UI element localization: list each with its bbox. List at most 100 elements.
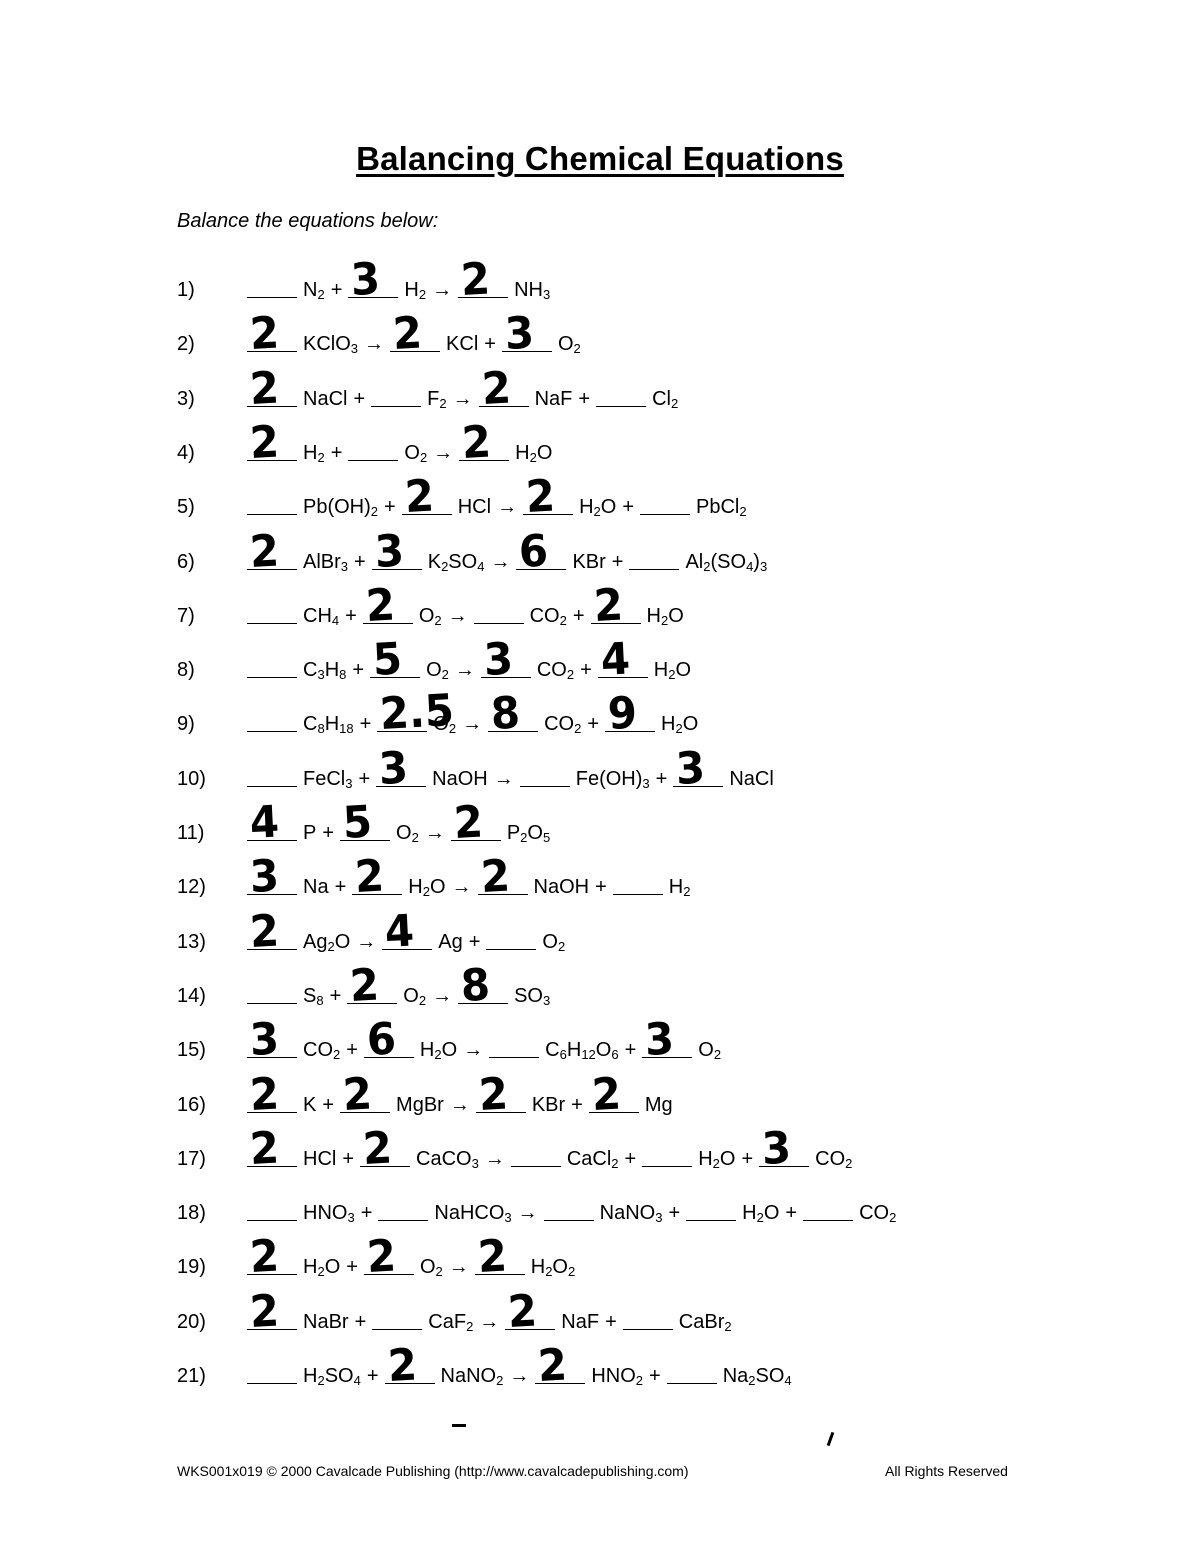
coefficient-blank[interactable] [519,785,570,787]
plus-sign: + [655,767,668,790]
equation-number: 20) [177,1310,206,1333]
coefficient-blank[interactable] [247,676,297,679]
chemical-formula: O2 [418,604,442,628]
coefficient-blank[interactable]: 2 [474,1231,525,1283]
chemical-formula: Cl2 [652,387,679,411]
plus-sign: + [354,550,366,573]
coefficient-blank[interactable]: 2 [401,471,452,523]
coefficient-blank[interactable]: 2 [363,1231,414,1283]
coefficient-blank[interactable] [640,513,690,516]
coefficient-blank[interactable]: 5 [370,634,421,686]
coefficient-blank[interactable] [629,568,680,570]
equation-row: 6) 2 AlBr3 +3 K2SO4 → 6 KBr + Al2(SO4)3 [177,525,773,578]
coefficient-blank[interactable] [510,1165,561,1167]
coefficient-blank[interactable]: 6 [516,525,567,577]
coefficient-blank[interactable] [348,459,399,461]
coefficient-blank[interactable] [543,1219,594,1222]
handwritten-coefficient: 3 [373,524,405,578]
coefficient-blank[interactable]: 2 [450,796,501,849]
coefficient-blank[interactable]: 2 [475,1068,526,1120]
coefficient-blank[interactable]: 3 [247,1014,297,1066]
coefficient-blank[interactable] [473,622,524,624]
equation-number: 17) [177,1147,206,1170]
equation-row: 13) 2 Ag2O → 4 Ag + O2 [177,905,571,958]
handwritten-coefficient: 5 [341,796,374,849]
coefficient-blank[interactable] [596,405,647,407]
coefficient-blank[interactable]: 2 [362,579,413,632]
coefficient-blank[interactable]: 2 [477,851,528,903]
coefficient-blank[interactable]: 2 [590,579,641,632]
coefficient-blank[interactable]: 2 [384,1339,435,1392]
coefficient-blank[interactable] [489,1056,540,1059]
coefficient-blank[interactable]: 2 [340,1068,391,1120]
handwritten-coefficient: 2 [248,1122,281,1175]
coefficient-blank[interactable]: 2 [347,959,398,1012]
coefficient-blank[interactable]: 2 [247,1285,297,1338]
coefficient-blank[interactable]: 2 [247,905,297,958]
coefficient-blank[interactable]: 3 [642,1014,693,1066]
coefficient-blank[interactable] [247,296,297,298]
coefficient-blank[interactable] [247,1219,297,1222]
coefficient-blank[interactable]: 3 [376,742,427,795]
coefficient-blank[interactable] [486,948,537,950]
handwritten-coefficient: 2 [536,1339,569,1392]
coefficient-blank[interactable] [642,1165,693,1167]
coefficient-blank[interactable]: 2 [478,362,529,415]
coefficient-blank[interactable] [247,622,297,624]
coefficient-blank[interactable] [666,1382,717,1384]
coefficient-blank[interactable]: 4 [382,905,433,958]
coefficient-blank[interactable] [247,785,297,787]
coefficient-blank[interactable]: 3 [501,308,552,360]
handwritten-coefficient: 2 [460,416,493,469]
coefficient-blank[interactable]: 5 [340,796,391,849]
coefficient-blank[interactable]: 2 [390,308,441,360]
coefficient-blank[interactable] [372,1328,423,1330]
coefficient-blank[interactable]: 2 [535,1339,586,1392]
coefficient-blank[interactable] [612,893,663,896]
coefficient-blank[interactable]: 2 [360,1122,411,1175]
coefficient-blank[interactable] [371,405,422,407]
coefficient-blank[interactable] [247,1002,297,1004]
coefficient-blank[interactable] [686,1219,737,1222]
coefficient-blank[interactable]: 9 [605,688,656,740]
coefficient-blank[interactable]: 4 [247,796,297,849]
coefficient-blank[interactable]: 2 [459,416,510,469]
coefficient-blank[interactable]: 3 [480,634,531,686]
coefficient-blank[interactable]: 2 [247,525,297,577]
coefficient-blank[interactable]: 6 [363,1014,414,1066]
coefficient-blank[interactable]: 3 [247,851,297,903]
coefficient-blank[interactable]: 4 [597,634,648,686]
plus-sign: + [605,1310,617,1333]
chemical-formula: SO3 [514,984,551,1008]
coefficient-blank[interactable] [803,1219,854,1222]
coefficient-blank[interactable]: 2 [458,253,509,306]
coefficient-blank[interactable]: 2 [247,1068,297,1120]
coefficient-blank[interactable]: 3 [759,1122,810,1175]
coefficient-blank[interactable]: 2 [247,416,297,469]
coefficient-blank[interactable]: 2 [247,1122,297,1175]
coefficient-blank[interactable]: 2 [247,1231,297,1283]
coefficient-blank[interactable]: 2 [247,362,297,415]
coefficient-blank[interactable] [247,730,297,733]
coefficient-blank[interactable]: 2 [247,308,297,360]
equation-number: 15) [177,1039,206,1062]
coefficient-blank[interactable] [247,1382,297,1384]
coefficient-blank[interactable] [378,1219,429,1222]
coefficient-blank[interactable]: 8 [458,959,509,1012]
handwritten-coefficient: 2 [476,1230,508,1284]
coefficient-blank[interactable] [247,513,297,516]
coefficient-blank[interactable]: 2.5 [377,685,455,740]
coefficient-blank[interactable]: 3 [348,253,399,306]
coefficient-blank[interactable]: 8 [488,688,539,740]
coefficient-blank[interactable]: 3 [673,742,724,795]
equation-number: 2) [177,333,195,356]
plus-sign: + [330,441,343,464]
handwritten-coefficient: 4 [383,905,416,958]
coefficient-blank[interactable] [622,1328,673,1330]
coefficient-blank[interactable]: 2 [505,1285,556,1338]
coefficient-blank[interactable]: 2 [352,851,403,903]
coefficient-blank[interactable]: 2 [523,471,574,523]
handwritten-coefficient: 2 [592,579,624,632]
coefficient-blank[interactable]: 2 [588,1068,639,1120]
coefficient-blank[interactable]: 3 [371,525,422,577]
